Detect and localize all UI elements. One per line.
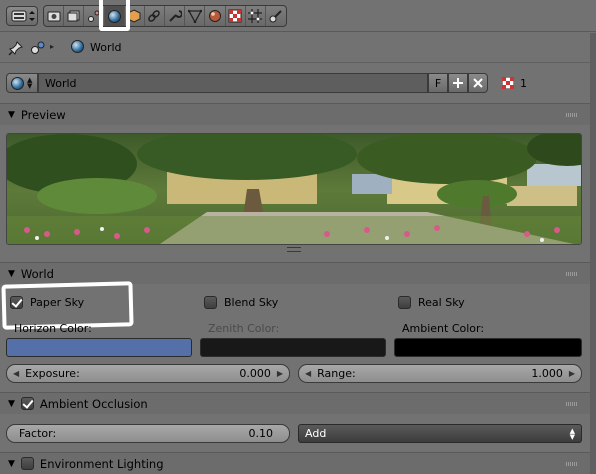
plus-icon bbox=[453, 78, 463, 88]
exposure-value: 0.000 bbox=[239, 367, 271, 380]
breadcrumb-world-label: World bbox=[90, 41, 122, 54]
world-name-field[interactable]: World bbox=[38, 73, 428, 93]
texture-tab[interactable] bbox=[226, 6, 246, 26]
ao-factor-value: 0.10 bbox=[248, 427, 274, 440]
world-preview-image bbox=[6, 133, 582, 245]
horizon-color-swatch[interactable] bbox=[6, 338, 192, 357]
real-sky-label: Real Sky bbox=[418, 296, 465, 309]
blend-sky-toggle[interactable]: Blend Sky bbox=[204, 296, 278, 309]
ao-blend-mode-value: Add bbox=[305, 427, 327, 440]
range-value: 1.000 bbox=[531, 367, 563, 380]
real-sky-toggle[interactable]: Real Sky bbox=[398, 296, 465, 309]
preview-resize-handle[interactable] bbox=[287, 247, 301, 252]
pin-icon[interactable] bbox=[8, 40, 24, 56]
exposure-label: Exposure: bbox=[25, 367, 80, 380]
real-sky-checkbox[interactable] bbox=[398, 296, 411, 309]
particles-icon bbox=[248, 9, 263, 23]
users-count: 1 bbox=[520, 77, 527, 90]
collapse-arrow-icon: ▼ bbox=[8, 458, 15, 469]
ambient-occlusion-panel-header[interactable]: ▼ Ambient Occlusion bbox=[0, 392, 590, 414]
horizon-color-label: Horizon Color: bbox=[14, 322, 92, 335]
increment-arrow-icon[interactable]: ▶ bbox=[277, 369, 283, 378]
increment-arrow-icon[interactable]: ▶ bbox=[569, 369, 575, 378]
environment-lighting-panel-title: Environment Lighting bbox=[39, 456, 164, 471]
exposure-field[interactable]: ◀ Exposure: 0.000 ▶ bbox=[6, 364, 290, 383]
drag-handle-icon[interactable] bbox=[566, 113, 578, 117]
range-field[interactable]: ◀ Range: 1.000 ▶ bbox=[298, 364, 582, 383]
breadcrumb: ▸ World bbox=[0, 33, 590, 63]
collapse-arrow-icon: ▼ bbox=[8, 109, 15, 120]
physics-icon bbox=[269, 10, 282, 23]
texture-icon bbox=[228, 9, 242, 23]
environment-lighting-panel-header[interactable]: ▼ Environment Lighting bbox=[0, 452, 590, 474]
preview-panel-title: Preview bbox=[20, 107, 66, 122]
render-icon bbox=[47, 11, 61, 22]
unlink-world-button[interactable] bbox=[468, 73, 488, 93]
editor-type-icon bbox=[11, 10, 35, 22]
ambient-color-label: Ambient Color: bbox=[402, 322, 485, 335]
render-layers-icon bbox=[67, 10, 80, 22]
drag-handle-icon[interactable] bbox=[566, 462, 578, 466]
ao-blend-mode-dropdown[interactable]: Add ▲ ▼ bbox=[298, 424, 582, 443]
zenith-color-label: Zenith Color: bbox=[208, 322, 280, 335]
modifiers-icon bbox=[168, 10, 182, 22]
render-tab[interactable] bbox=[44, 6, 65, 26]
preview-panel-header[interactable]: ▼ Preview bbox=[0, 103, 590, 125]
modifiers-tab[interactable] bbox=[165, 6, 186, 26]
world-browse-button[interactable]: ▲ ▼ bbox=[6, 73, 38, 93]
data-tab[interactable] bbox=[185, 6, 206, 26]
ao-factor-field[interactable]: Factor: 0.10 bbox=[6, 424, 290, 443]
scene-icon bbox=[31, 41, 45, 54]
world-icon bbox=[11, 76, 24, 90]
ambient-color-swatch[interactable] bbox=[394, 338, 582, 357]
collapse-arrow-icon: ▼ bbox=[8, 268, 15, 279]
physics-tab[interactable] bbox=[266, 6, 286, 26]
breadcrumb-separator-icon: ▸ bbox=[50, 42, 55, 51]
editor-type-button[interactable] bbox=[6, 6, 38, 26]
material-icon bbox=[208, 10, 221, 22]
constraints-tab[interactable] bbox=[145, 6, 166, 26]
properties-header bbox=[0, 0, 596, 32]
environment-lighting-checkbox[interactable] bbox=[20, 457, 34, 470]
annotation-highlight-world-tab bbox=[99, 0, 130, 31]
render-layers-tab[interactable] bbox=[64, 6, 85, 26]
ao-factor-label: Factor: bbox=[19, 427, 57, 440]
drag-handle-icon[interactable] bbox=[566, 402, 578, 406]
collapse-arrow-icon: ▼ bbox=[8, 398, 15, 409]
texture-checker-icon bbox=[502, 77, 514, 89]
fake-user-button[interactable]: F bbox=[428, 73, 448, 93]
updown-arrow-icon: ▲ ▼ bbox=[569, 426, 575, 441]
new-world-button[interactable] bbox=[448, 73, 468, 93]
data-icon bbox=[187, 9, 202, 23]
world-panel-header[interactable]: ▼ World bbox=[0, 262, 590, 284]
blend-sky-label: Blend Sky bbox=[224, 296, 279, 309]
close-icon bbox=[473, 78, 483, 88]
context-tabs bbox=[43, 5, 287, 27]
ambient-occlusion-panel-title: Ambient Occlusion bbox=[39, 396, 148, 411]
updown-arrow-icon: ▲ ▼ bbox=[27, 76, 33, 90]
constraints-icon bbox=[148, 10, 161, 22]
zenith-color-swatch[interactable] bbox=[200, 338, 386, 357]
blend-sky-checkbox[interactable] bbox=[204, 296, 217, 309]
ambient-occlusion-checkbox[interactable] bbox=[20, 397, 34, 410]
drag-handle-icon[interactable] bbox=[566, 272, 578, 276]
particles-tab[interactable] bbox=[246, 6, 266, 26]
scrollbar[interactable] bbox=[590, 33, 596, 474]
range-label: Range: bbox=[317, 367, 356, 380]
world-panel-title: World bbox=[20, 266, 54, 281]
world-icon bbox=[71, 40, 84, 53]
material-tab[interactable] bbox=[205, 6, 226, 26]
